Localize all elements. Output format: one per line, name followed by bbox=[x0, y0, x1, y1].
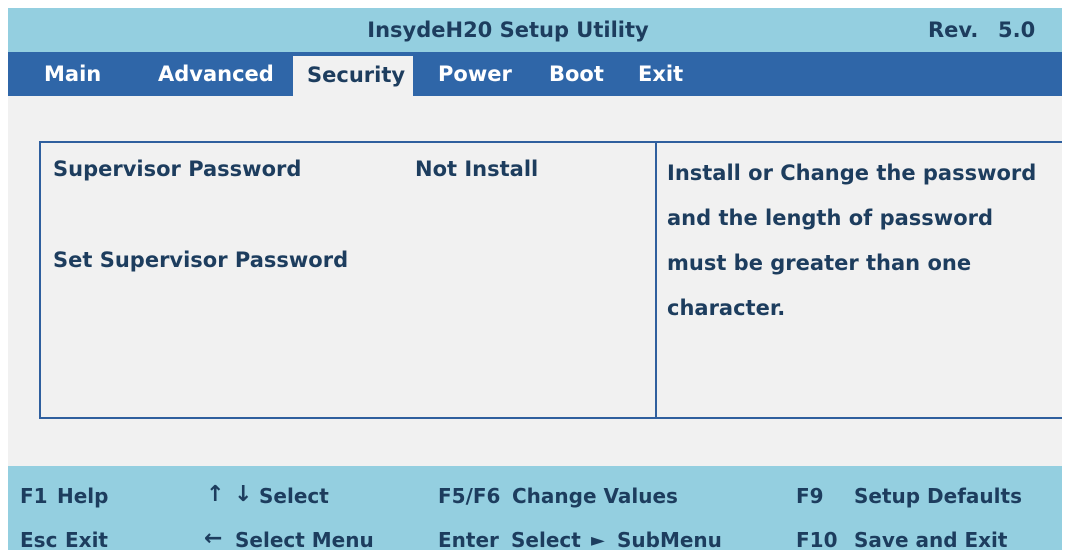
key-legend-bar: F1 Help ↑ ↓ Select F5/F6 Change Values F… bbox=[8, 466, 1062, 550]
f9-key: F9 bbox=[796, 484, 824, 508]
app-title: InsydeH20 Setup Utility bbox=[367, 18, 649, 42]
tab-advanced[interactable]: Advanced bbox=[158, 52, 274, 96]
submenu-action: SubMenu bbox=[617, 528, 722, 550]
f1-action: Help bbox=[57, 484, 109, 508]
f1-key: F1 bbox=[20, 484, 48, 508]
tab-main[interactable]: Main bbox=[44, 52, 101, 96]
help-line: must be greater than one bbox=[667, 251, 972, 275]
right-triangle-icon: ► bbox=[591, 530, 605, 550]
down-arrow-icon: ↓ bbox=[234, 482, 253, 507]
left-arrow-icon: ← bbox=[204, 526, 223, 550]
esc-action: Exit bbox=[65, 528, 108, 550]
revision-value: 5.0 bbox=[998, 18, 1036, 42]
f5f6-action: Change Values bbox=[512, 484, 678, 508]
help-line: and the length of password bbox=[667, 206, 994, 230]
f10-action: Save and Exit bbox=[854, 528, 1008, 550]
tab-security[interactable]: Security bbox=[293, 56, 414, 96]
up-arrow-icon: ↑ bbox=[206, 482, 225, 507]
esc-key: Esc bbox=[20, 528, 58, 550]
tab-power[interactable]: Power bbox=[438, 52, 512, 96]
setup-utility-window: InsydeH20 Setup Utility Rev. 5.0 Main Ad… bbox=[8, 8, 1062, 550]
f9-action: Setup Defaults bbox=[854, 484, 1022, 508]
panel-divider bbox=[655, 143, 657, 417]
set-supervisor-password-item[interactable]: Set Supervisor Password bbox=[53, 248, 348, 272]
help-line: character. bbox=[667, 296, 786, 320]
enter-action: Select bbox=[511, 528, 581, 550]
help-line: Install or Change the password bbox=[667, 161, 1037, 185]
left-action: Select Menu bbox=[235, 528, 374, 550]
revision-label: Rev. bbox=[928, 18, 979, 42]
tab-exit[interactable]: Exit bbox=[638, 52, 683, 96]
title-bar: InsydeH20 Setup Utility Rev. 5.0 bbox=[8, 8, 1062, 52]
f5f6-key: F5/F6 bbox=[438, 484, 501, 508]
menu-bar: Main Advanced Security Power Boot Exit bbox=[8, 52, 1062, 96]
f10-key: F10 bbox=[796, 528, 838, 550]
supervisor-password-status: Not Install bbox=[415, 157, 539, 181]
updown-action: Select bbox=[259, 484, 329, 508]
security-panel: Supervisor Password Not Install Set Supe… bbox=[39, 141, 1062, 419]
supervisor-password-label: Supervisor Password bbox=[53, 157, 302, 181]
tab-boot[interactable]: Boot bbox=[549, 52, 604, 96]
enter-key: Enter bbox=[438, 528, 499, 550]
help-text: Install or Change the password and the l… bbox=[667, 151, 1057, 331]
